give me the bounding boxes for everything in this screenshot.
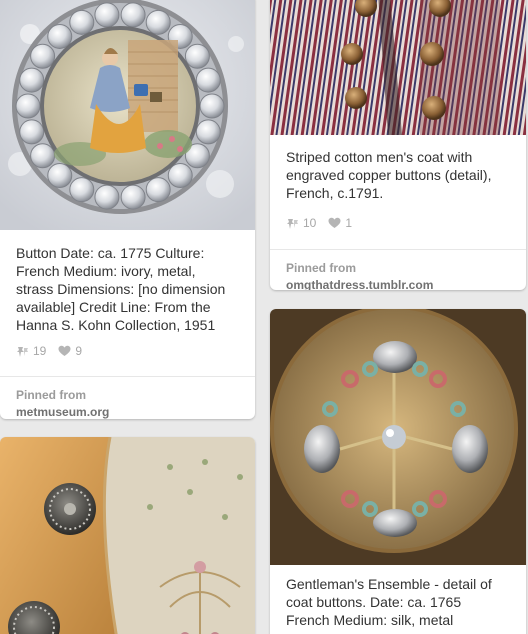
pin-card[interactable] — [0, 437, 255, 634]
pin-image[interactable] — [270, 0, 526, 135]
pin-stats: 10 1 — [270, 214, 526, 232]
pin-image[interactable] — [270, 309, 526, 565]
rhinestone — [47, 23, 73, 49]
pin-description[interactable]: Button Date: ca. 1775 Culture: French Me… — [0, 244, 255, 334]
repin-count-label: 10 — [303, 216, 317, 230]
description-line: Button Date: ca. 1775 Culture: — [16, 245, 205, 261]
description-line: engraved copper buttons (detail), — [286, 167, 492, 183]
rhinestone — [19, 119, 45, 145]
heart-icon — [328, 217, 341, 229]
heart-icon — [58, 345, 71, 357]
description-line: French Medium: silk, metal — [286, 612, 454, 628]
pin-icon — [16, 345, 29, 358]
rhinestone — [69, 9, 95, 35]
rhinestone — [199, 93, 225, 119]
pin-source[interactable]: Pinned from metmuseum.org — [0, 376, 255, 419]
rhinestone — [69, 177, 95, 203]
rhinestone — [120, 184, 146, 210]
like-count-label: 1 — [345, 216, 353, 230]
like-count-label: 9 — [75, 344, 83, 358]
source-domain[interactable]: omgthatdress.tumblr.com — [286, 276, 510, 290]
source-label: Pinned from — [286, 261, 357, 275]
rhinestone — [145, 177, 171, 203]
repin-count-label: 19 — [33, 344, 47, 358]
rhinestone — [120, 2, 146, 28]
description-line: Hanna S. Kohn Collection, 1951 — [16, 317, 216, 333]
rhinestone — [195, 67, 221, 93]
repin-count[interactable]: 10 — [286, 216, 316, 230]
pin-image[interactable] — [0, 0, 255, 230]
rhinestone — [94, 2, 120, 28]
pin-source[interactable]: Pinned from omgthatdress.tumblr.com — [270, 249, 526, 290]
rhinestone — [19, 67, 45, 93]
pin-card[interactable]: Striped cotton men's coat with engraved … — [270, 0, 526, 290]
like-count[interactable]: 9 — [58, 344, 82, 358]
description-line: strass Dimensions: [no dimension — [16, 281, 226, 297]
description-line: French, c.1791. — [286, 185, 384, 201]
rhinestone — [15, 93, 41, 119]
source-label: Pinned from — [16, 388, 87, 402]
rhinestone — [94, 184, 120, 210]
source-domain[interactable]: metmuseum.org — [16, 403, 239, 419]
rhinestone — [30, 43, 56, 69]
pin-image[interactable] — [0, 437, 255, 634]
repin-count[interactable]: 19 — [16, 344, 46, 358]
pin-card[interactable]: Button Date: ca. 1775 Culture: French Me… — [0, 0, 255, 419]
coat-photo — [270, 0, 526, 135]
pin-card[interactable]: Gentleman's Ensemble - detail of coat bu… — [270, 309, 526, 634]
pin-stats: 19 9 — [0, 342, 255, 360]
rhinestone — [167, 163, 193, 189]
description-line: available] Credit Line: From the — [16, 299, 211, 315]
pin-description[interactable]: Gentleman's Ensemble - detail of coat bu… — [270, 575, 526, 629]
pin-icon — [286, 217, 299, 230]
rhinestone — [195, 119, 221, 145]
rhinestone — [145, 9, 171, 35]
description-line: Striped cotton men's coat with — [286, 149, 473, 165]
ensemble-button-photo — [270, 309, 526, 565]
rhinestone — [47, 163, 73, 189]
description-line: French Medium: ivory, metal, — [16, 263, 196, 279]
rhinestone — [30, 143, 56, 169]
pin-description[interactable]: Striped cotton men's coat with engraved … — [270, 148, 526, 202]
description-line: coat buttons. Date: ca. 1765 — [286, 594, 462, 610]
pin-board: Button Date: ca. 1775 Culture: French Me… — [0, 0, 528, 634]
like-count[interactable]: 1 — [328, 216, 352, 230]
button-photo — [0, 0, 255, 230]
waistcoat-photo — [0, 437, 255, 634]
rhinestone — [184, 43, 210, 69]
description-line: Gentleman's Ensemble - detail of — [286, 576, 492, 592]
